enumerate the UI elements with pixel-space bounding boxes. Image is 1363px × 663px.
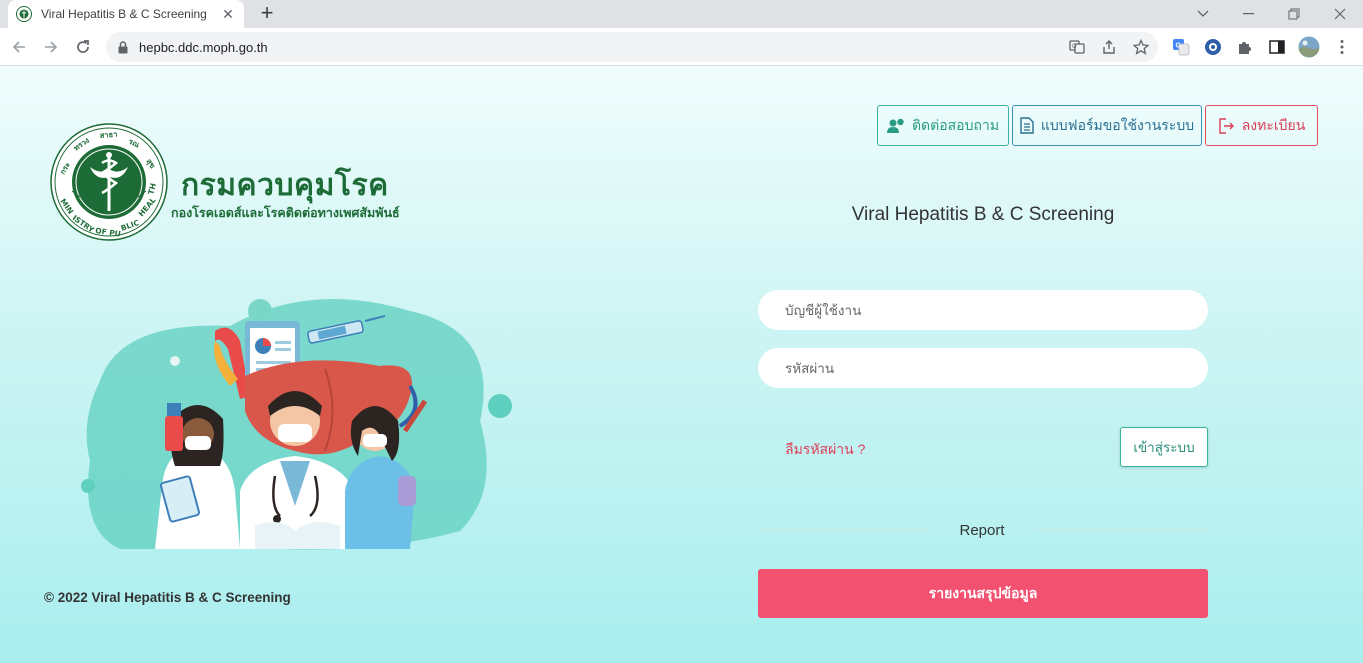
medical-team-illustration (81, 299, 512, 550)
summary-report-button[interactable]: รายงานสรุปข้อมูล (758, 569, 1208, 618)
extension-circle-icon[interactable] (1204, 38, 1222, 56)
moph-favicon-icon (16, 6, 32, 22)
request-form-button-label: แบบฟอร์มขอใช้งานระบบ (1040, 116, 1195, 133)
username-input[interactable] (758, 290, 1208, 330)
google-translate-extension-icon[interactable]: G (1172, 38, 1190, 56)
profile-avatar[interactable] (1298, 36, 1320, 58)
division-subtitle: กองโรคเอดส์และโรคติดต่อทางเพศสัมพันธ์ (171, 206, 400, 220)
new-tab-button[interactable]: + (255, 2, 279, 24)
side-panel-icon[interactable] (1268, 38, 1286, 56)
report-divider-left (758, 529, 930, 530)
report-divider-right (1034, 529, 1208, 530)
tab-title: Viral Hepatitis B & C Screening | (41, 7, 209, 21)
back-arrow-icon[interactable] (6, 34, 32, 60)
sign-out-icon (1218, 117, 1234, 134)
lock-icon (118, 41, 128, 54)
contact-button[interactable]: ติดต่อสอบถาม (877, 105, 1009, 146)
app-title: Viral Hepatitis B & C Screening (851, 204, 1115, 225)
document-icon (1020, 117, 1034, 134)
extensions-puzzle-icon[interactable] (1236, 38, 1254, 56)
login-page: MIN ISTRY OF PU BLIC HEAL TH กระ ทรวง สา… (0, 66, 1363, 663)
close-window-icon[interactable] (1317, 0, 1363, 28)
bookmark-star-icon[interactable] (1133, 39, 1149, 55)
forgot-password-link[interactable]: ลืมรหัสผ่าน ? (785, 439, 865, 461)
request-form-button[interactable]: แบบฟอร์มขอใช้งานระบบ (1012, 105, 1202, 146)
url-text: hepbc.ddc.moph.go.th (139, 40, 268, 55)
contact-button-label: ติดต่อสอบถาม (911, 116, 1000, 133)
report-divider-label: Report (959, 522, 1005, 539)
svg-text:สาธา: สาธา (99, 129, 117, 139)
forward-arrow-icon[interactable] (38, 34, 64, 60)
password-input[interactable] (758, 348, 1208, 388)
share-icon[interactable] (1101, 39, 1117, 55)
address-bar[interactable]: hepbc.ddc.moph.go.th G (106, 32, 1158, 62)
restore-window-icon[interactable] (1271, 0, 1317, 28)
translate-icon[interactable]: G (1069, 39, 1085, 55)
tab-close-icon[interactable]: ✕ (220, 6, 236, 23)
copyright-text: © 2022 Viral Hepatitis B & C Screening (44, 590, 291, 605)
register-button[interactable]: ลงทะเบียน (1205, 105, 1318, 146)
minimize-window-icon[interactable] (1225, 0, 1271, 28)
reload-icon[interactable] (70, 34, 96, 60)
browser-tab[interactable]: Viral Hepatitis B & C Screening | ✕ (8, 0, 244, 28)
svg-text:G: G (1072, 44, 1077, 50)
browser-toolbar: hepbc.ddc.moph.go.th G G (0, 28, 1363, 66)
browser-menu-icon[interactable] (1333, 38, 1351, 56)
register-button-label: ลงทะเบียน (1241, 116, 1306, 133)
svg-text:G: G (1176, 43, 1182, 50)
tab-search-chevron-icon[interactable] (1180, 0, 1226, 28)
ministry-seal-logo: MIN ISTRY OF PU BLIC HEAL TH กระ ทรวง สา… (50, 123, 168, 241)
login-button[interactable]: เข้าสู่ระบบ (1120, 427, 1208, 467)
browser-tab-bar: Viral Hepatitis B & C Screening | ✕ + (0, 0, 1363, 28)
contact-person-icon (886, 118, 904, 133)
department-title: กรมควบคุมโรค (181, 169, 389, 202)
